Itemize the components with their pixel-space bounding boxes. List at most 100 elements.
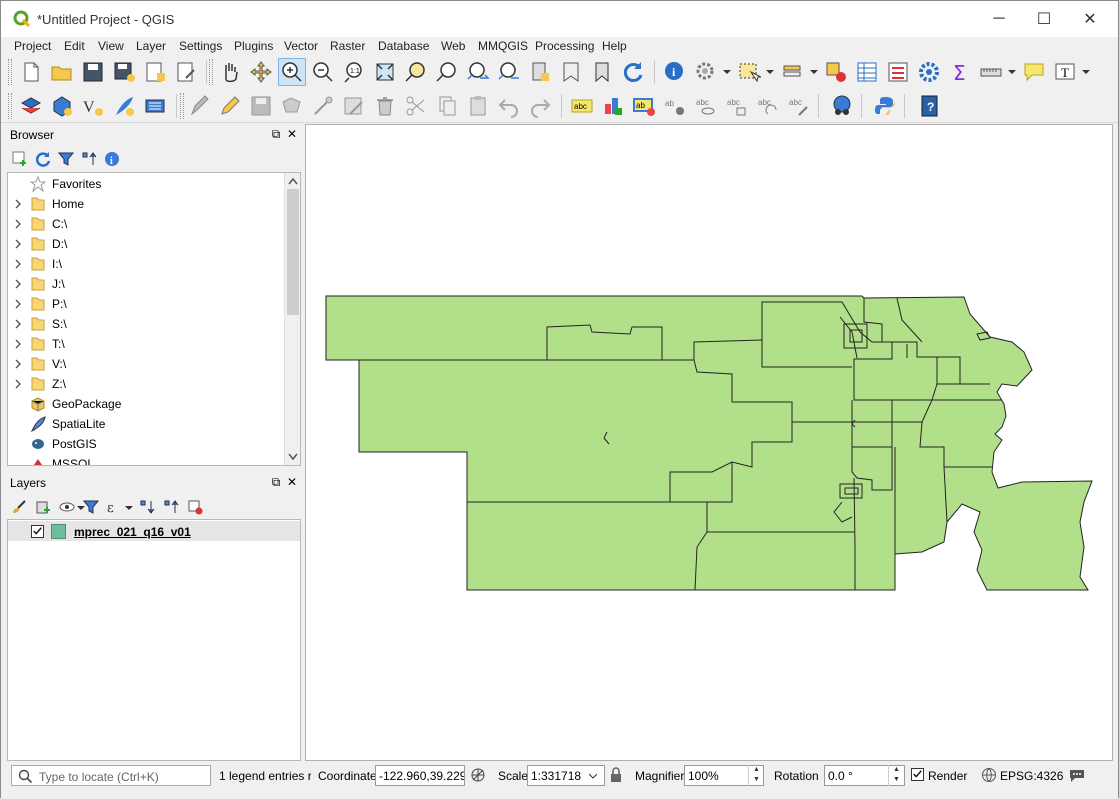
- info-icon[interactable]: i: [104, 151, 120, 167]
- close-panel-button[interactable]: ✕: [285, 475, 299, 489]
- browser-item[interactable]: S:\: [8, 314, 284, 334]
- redo-button[interactable]: [526, 92, 554, 120]
- move-label-button[interactable]: abc: [723, 92, 751, 120]
- open-project-button[interactable]: [48, 58, 76, 86]
- style-brush-icon[interactable]: [11, 499, 27, 515]
- browser-item[interactable]: V:\: [8, 354, 284, 374]
- menu-mmqgis[interactable]: MMQGIS: [478, 39, 528, 53]
- maximize-button[interactable]: ☐: [1021, 1, 1067, 37]
- messages-icon[interactable]: [1069, 767, 1085, 783]
- pan-map-button[interactable]: [216, 58, 244, 86]
- browser-item[interactable]: SpatiaLite: [8, 414, 284, 434]
- map-canvas[interactable]: [305, 124, 1113, 761]
- chevron-right-icon[interactable]: [14, 379, 22, 389]
- menu-processing[interactable]: Processing: [535, 39, 594, 53]
- browser-item[interactable]: Home: [8, 194, 284, 214]
- save-as-button[interactable]: [110, 58, 138, 86]
- toolbox-button[interactable]: [915, 58, 943, 86]
- open-attribute-table-button[interactable]: [853, 58, 881, 86]
- deselect-features-button[interactable]: [822, 58, 850, 86]
- zoom-last-button[interactable]: [464, 58, 492, 86]
- vertex-tool-button[interactable]: [309, 92, 337, 120]
- browser-item[interactable]: Favorites: [8, 174, 284, 194]
- filter-expression-icon[interactable]: ε: [106, 499, 122, 515]
- current-edits-button[interactable]: [186, 92, 214, 120]
- chevron-right-icon[interactable]: [14, 239, 22, 249]
- chevron-right-icon[interactable]: [14, 279, 22, 289]
- chevron-down-icon[interactable]: [723, 68, 731, 76]
- zoom-to-layer-button[interactable]: [433, 58, 461, 86]
- chevron-right-icon[interactable]: [14, 299, 22, 309]
- browser-item[interactable]: T:\: [8, 334, 284, 354]
- new-print-layout-button[interactable]: [141, 58, 169, 86]
- zoom-native-button[interactable]: 1:1: [340, 58, 368, 86]
- new-shapefile-layer-button[interactable]: V: [79, 92, 107, 120]
- save-edits-button[interactable]: [247, 92, 275, 120]
- delete-selected-button[interactable]: [371, 92, 399, 120]
- zoom-in-button[interactable]: [278, 58, 306, 86]
- new-virtual-layer-button[interactable]: [141, 92, 169, 120]
- data-source-manager-button[interactable]: [17, 92, 45, 120]
- stepper-down-icon[interactable]: ▼: [749, 775, 764, 785]
- zoom-to-selection-button[interactable]: [402, 58, 430, 86]
- float-panel-button[interactable]: ⧉: [269, 127, 283, 141]
- refresh-button[interactable]: [619, 58, 647, 86]
- new-spatialite-layer-button[interactable]: [110, 92, 138, 120]
- browser-item[interactable]: I:\: [8, 254, 284, 274]
- text-annotation-button[interactable]: T: [1051, 58, 1079, 86]
- browser-item[interactable]: D:\: [8, 234, 284, 254]
- geocode-plugin-button[interactable]: [828, 92, 856, 120]
- add-selected-layers-icon[interactable]: [12, 151, 28, 167]
- toggle-editing-button[interactable]: [216, 92, 244, 120]
- layout-manager-button[interactable]: [172, 58, 200, 86]
- help-contents-button[interactable]: ?: [915, 92, 943, 120]
- menu-web[interactable]: Web: [441, 39, 465, 53]
- filter-icon[interactable]: [83, 499, 99, 515]
- statistical-summary-button[interactable]: Σ: [946, 58, 974, 86]
- browser-item[interactable]: GeoPackage: [8, 394, 284, 414]
- scroll-up-icon[interactable]: [288, 177, 298, 185]
- chevron-down-icon[interactable]: [1082, 68, 1090, 76]
- chevron-down-icon[interactable]: [589, 772, 597, 780]
- highlight-pinned-labels-button[interactable]: ab: [630, 92, 658, 120]
- collapse-all-icon[interactable]: [81, 151, 97, 167]
- map-tips-button[interactable]: [1020, 58, 1048, 86]
- pan-to-selection-button[interactable]: [247, 58, 275, 86]
- python-console-button[interactable]: [871, 92, 899, 120]
- stepper-up-icon[interactable]: ▲: [889, 765, 904, 775]
- coordinate-field[interactable]: -122.960,39.229: [375, 765, 465, 786]
- undo-button[interactable]: [495, 92, 523, 120]
- scroll-thumb[interactable]: [287, 189, 299, 315]
- show-bookmarks-button[interactable]: [557, 58, 585, 86]
- measure-line-button[interactable]: [977, 58, 1005, 86]
- browser-item[interactable]: P:\: [8, 294, 284, 314]
- chevron-down-icon[interactable]: [125, 504, 133, 512]
- locator-search-input[interactable]: Type to locate (Ctrl+K): [11, 765, 211, 786]
- toolbar-grip[interactable]: [180, 93, 184, 119]
- crs-indicator[interactable]: EPSG:4326: [1000, 769, 1063, 783]
- menu-view[interactable]: View: [98, 39, 124, 53]
- browser-item[interactable]: Z:\: [8, 374, 284, 394]
- menu-layer[interactable]: Layer: [136, 39, 166, 53]
- coordinate-toggle-icon[interactable]: [470, 767, 486, 783]
- close-panel-button[interactable]: ✕: [285, 127, 299, 141]
- bookmark-manager-button[interactable]: [588, 58, 616, 86]
- chevron-right-icon[interactable]: [14, 319, 22, 329]
- rotate-label-button[interactable]: abc: [754, 92, 782, 120]
- toolbar-grip[interactable]: [209, 59, 213, 85]
- eye-icon[interactable]: [59, 499, 75, 515]
- modify-attributes-button[interactable]: [340, 92, 368, 120]
- refresh-icon[interactable]: [35, 151, 51, 167]
- layer-diagram-button[interactable]: [599, 92, 627, 120]
- zoom-full-button[interactable]: [371, 58, 399, 86]
- toolbar-grip[interactable]: [8, 93, 12, 119]
- magnifier-stepper[interactable]: ▲ ▼: [748, 765, 764, 786]
- stepper-down-icon[interactable]: ▼: [889, 775, 904, 785]
- identify-features-button[interactable]: i: [661, 58, 689, 86]
- chevron-right-icon[interactable]: [14, 359, 22, 369]
- close-button[interactable]: ✕: [1067, 1, 1113, 37]
- browser-item[interactable]: PostGIS: [8, 434, 284, 454]
- save-project-button[interactable]: [79, 58, 107, 86]
- menu-plugins[interactable]: Plugins: [234, 39, 273, 53]
- show-hide-labels-button[interactable]: abc: [692, 92, 720, 120]
